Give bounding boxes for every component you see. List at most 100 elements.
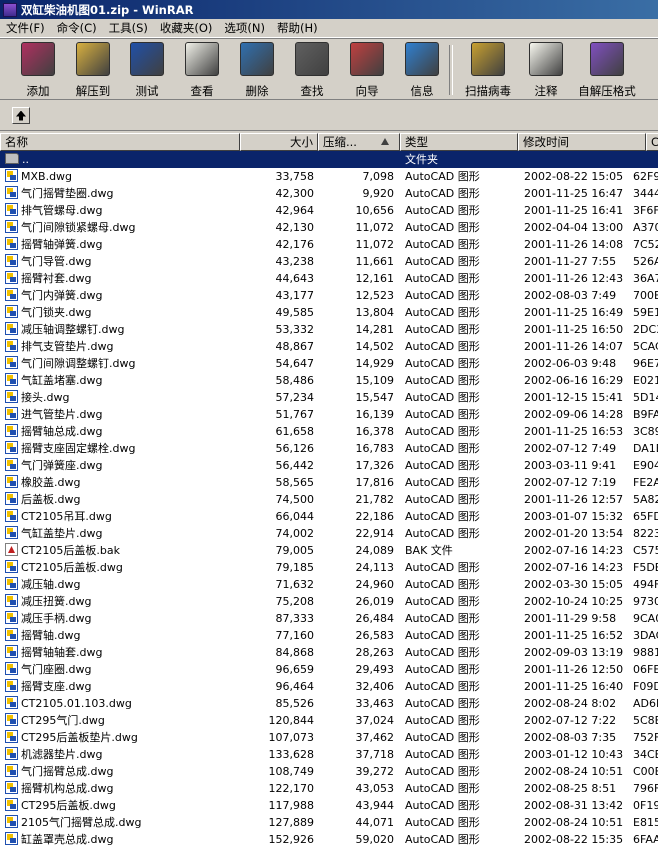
column-modified[interactable]: 修改时间 bbox=[518, 133, 646, 151]
table-row[interactable]: CT295气门.dwg 120,844 37,024 AutoCAD 图形 2002-0… bbox=[0, 712, 658, 729]
table-row[interactable]: 减压轴.dwg 71,632 24,960 AutoCAD 图形 2002-03-30 … bbox=[0, 576, 658, 593]
table-row[interactable]: 摇臂支座.dwg 96,464 32,406 AutoCAD 图形 2001-11-25… bbox=[0, 678, 658, 695]
table-row[interactable]: 排气支管垫片.dwg 48,867 14,502 AutoCAD 图形 2001-11-… bbox=[0, 338, 658, 355]
table-row[interactable]: 缸盖罩壳总成.dwg 152,926 59,020 AutoCAD 图形 2002-08… bbox=[0, 831, 658, 848]
table-row[interactable]: 机滤器垫片.dwg 133,628 37,718 AutoCAD 图形 2003-01-… bbox=[0, 746, 658, 763]
table-row[interactable]: 气门摇臂垫圈.dwg 42,300 9,920 AutoCAD 图形 2001-11-2… bbox=[0, 185, 658, 202]
file-packed-size: 43,944 bbox=[355, 799, 395, 812]
file-size: 74,500 bbox=[275, 493, 315, 506]
table-row[interactable]: 气门导管.dwg 43,238 11,661 AutoCAD 图形 2001-11-27… bbox=[0, 253, 658, 270]
up-folder-button[interactable] bbox=[12, 107, 30, 124]
file-type: BAK 文件 bbox=[405, 544, 453, 557]
file-crc: 65FD bbox=[633, 510, 658, 523]
table-row[interactable]: 摇臂轴轴套.dwg 84,868 28,263 AutoCAD 图形 2002-09-0… bbox=[0, 644, 658, 661]
table-row[interactable]: CT2105.01.103.dwg 85,526 33,463 AutoCAD 图形 2… bbox=[0, 695, 658, 712]
file-modified: 2002-07-12 7:22 bbox=[524, 714, 617, 727]
address-bar bbox=[0, 101, 658, 131]
toolbar-button-binoculars[interactable]: 查找 bbox=[284, 42, 340, 99]
table-row[interactable]: 摇臂轴弹簧.dwg 42,176 11,072 AutoCAD 图形 2001-11-2… bbox=[0, 236, 658, 253]
file-size: 152,926 bbox=[268, 833, 315, 846]
toolbar-button-comment[interactable]: 注释 bbox=[516, 42, 576, 99]
toolbar-button-view-glasses[interactable]: 查看 bbox=[174, 42, 230, 99]
menu-item-4[interactable]: 选项(N) bbox=[218, 20, 271, 36]
column-size[interactable]: 大小 bbox=[240, 133, 318, 151]
column-type[interactable]: 类型 bbox=[400, 133, 518, 151]
file-type: AutoCAD 图形 bbox=[405, 408, 480, 421]
column-name[interactable]: 名称 bbox=[0, 133, 240, 151]
table-row[interactable]: 气缸盖垫片.dwg 74,002 22,914 AutoCAD 图形 2002-01-2… bbox=[0, 525, 658, 542]
table-row[interactable]: 气缸盖堵塞.dwg 58,486 15,109 AutoCAD 图形 2002-06-1… bbox=[0, 372, 658, 389]
toolbar-button-sfx[interactable]: 自解压格式 bbox=[576, 42, 638, 99]
toolbar-button-wizard[interactable]: 向导 bbox=[339, 42, 395, 99]
file-modified: 2002-08-24 10:51 bbox=[524, 765, 624, 778]
file-packed-size: 12,161 bbox=[355, 272, 395, 285]
table-row[interactable]: 摇臂衬套.dwg 44,643 12,161 AutoCAD 图形 2001-11-26… bbox=[0, 270, 658, 287]
toolbar-button-info[interactable]: 信息 bbox=[394, 42, 450, 99]
table-row[interactable]: 气门锁夹.dwg 49,585 13,804 AutoCAD 图形 2001-11-25… bbox=[0, 304, 658, 321]
table-row[interactable]: 摇臂机构总成.dwg 122,170 43,053 AutoCAD 图形 2002-08… bbox=[0, 780, 658, 797]
file-name-label: 排气支管垫片.dwg bbox=[21, 340, 114, 353]
file-packed-size: 37,718 bbox=[355, 748, 395, 761]
toolbar-button-virus-scan[interactable]: 扫描病毒 bbox=[458, 42, 518, 99]
table-row[interactable]: 气门弹簧座.dwg 56,442 17,326 AutoCAD 图形 2003-03-1… bbox=[0, 457, 658, 474]
file-modified: 2001-11-25 16:47 bbox=[524, 187, 624, 200]
table-row[interactable]: 减压轴调整螺钉.dwg 53,332 14,281 AutoCAD 图形 2001-11… bbox=[0, 321, 658, 338]
table-row[interactable]: MXB.dwg 33,758 7,098 AutoCAD 图形 2002-08-22 1… bbox=[0, 168, 658, 185]
file-crc: 9881 bbox=[633, 646, 658, 659]
dwg-file-icon bbox=[5, 186, 18, 199]
menu-item-3[interactable]: 收藏夹(O) bbox=[154, 20, 219, 36]
table-row[interactable]: 气门座圈.dwg 96,659 29,493 AutoCAD 图形 2001-11-26… bbox=[0, 661, 658, 678]
table-row[interactable]: CT2105后盖板.dwg 79,185 24,113 AutoCAD 图形 2002-… bbox=[0, 559, 658, 576]
file-type: AutoCAD 图形 bbox=[405, 255, 480, 268]
file-name-label: 气门锁夹.dwg bbox=[21, 306, 92, 319]
file-size: 48,867 bbox=[275, 340, 315, 353]
table-row[interactable]: 气门内弹簧.dwg 43,177 12,523 AutoCAD 图形 2002-08-0… bbox=[0, 287, 658, 304]
table-row[interactable]: CT295后盖板.dwg 117,988 43,944 AutoCAD 图形 2002-… bbox=[0, 797, 658, 814]
menu-item-0[interactable]: 文件(F) bbox=[0, 20, 51, 36]
menu-item-2[interactable]: 工具(S) bbox=[103, 20, 154, 36]
column-packed-label: 压缩... bbox=[323, 135, 357, 149]
table-row[interactable]: 接头.dwg 57,234 15,547 AutoCAD 图形 2001-12-15 1… bbox=[0, 389, 658, 406]
table-row[interactable]: CT295后盖板垫片.dwg 107,073 37,462 AutoCAD 图形 200… bbox=[0, 729, 658, 746]
table-row[interactable]: 减压手柄.dwg 87,333 26,484 AutoCAD 图形 2001-11-29… bbox=[0, 610, 658, 627]
table-row[interactable]: 减压扭簧.dwg 75,208 26,019 AutoCAD 图形 2002-10-24… bbox=[0, 593, 658, 610]
toolbar-button-add-books[interactable]: 添加 bbox=[10, 42, 66, 99]
toolbar-button-delete[interactable]: 删除 bbox=[229, 42, 285, 99]
menu-item-1[interactable]: 命令(C) bbox=[51, 20, 103, 36]
column-header: 名称 大小 压缩... 类型 修改时间 CR bbox=[0, 133, 658, 151]
table-row[interactable]: CT2105后盖板.bak 79,005 24,089 BAK 文件 2002-07-1… bbox=[0, 542, 658, 559]
toolbar-label: 添加 bbox=[26, 84, 50, 98]
file-name-label: 气门摇臂垫圈.dwg bbox=[21, 187, 114, 200]
column-packed[interactable]: 压缩... bbox=[318, 133, 400, 151]
menu-item-5[interactable]: 帮助(H) bbox=[271, 20, 324, 36]
parent-folder-row[interactable]: .. 文件夹 bbox=[0, 151, 658, 168]
file-type: 文件夹 bbox=[405, 153, 438, 166]
table-row[interactable]: 排气管螺母.dwg 42,964 10,656 AutoCAD 图形 2001-11-2… bbox=[0, 202, 658, 219]
file-type: AutoCAD 图形 bbox=[405, 629, 480, 642]
file-name: CT295后盖板垫片.dwg bbox=[5, 729, 240, 746]
file-name: 后盖板.dwg bbox=[5, 491, 240, 508]
toolbar-button-extract-to[interactable]: 解压到 bbox=[65, 42, 121, 99]
table-row[interactable]: 橡胶盖.dwg 58,565 17,816 AutoCAD 图形 2002-07-12 … bbox=[0, 474, 658, 491]
toolbar-button-test[interactable]: 测试 bbox=[119, 42, 175, 99]
file-size: 108,749 bbox=[268, 765, 315, 778]
table-row[interactable]: 摇臂支座固定螺栓.dwg 56,126 16,783 AutoCAD 图形 2002-0… bbox=[0, 440, 658, 457]
table-row[interactable]: 气门摇臂总成.dwg 108,749 39,272 AutoCAD 图形 2002-08… bbox=[0, 763, 658, 780]
table-row[interactable]: 进气管垫片.dwg 51,767 16,139 AutoCAD 图形 2002-09-0… bbox=[0, 406, 658, 423]
file-packed-size: 14,281 bbox=[355, 323, 395, 336]
table-row[interactable]: 摇臂轴.dwg 77,160 26,583 AutoCAD 图形 2001-11-25 … bbox=[0, 627, 658, 644]
table-row[interactable]: 2105气门摇臂总成.dwg 127,889 44,071 AutoCAD 图形 200… bbox=[0, 814, 658, 831]
file-crc: 3C89 bbox=[633, 425, 658, 438]
file-modified: 2002-08-22 15:05 bbox=[524, 170, 624, 183]
file-crc: FE2A bbox=[633, 476, 658, 489]
column-crc[interactable]: CR bbox=[646, 133, 658, 151]
table-row[interactable]: 气门间隙锁紧螺母.dwg 42,130 11,072 AutoCAD 图形 2002-0… bbox=[0, 219, 658, 236]
dwg-file-icon bbox=[5, 713, 18, 726]
table-row[interactable]: 摇臂轴总成.dwg 61,658 16,378 AutoCAD 图形 2001-11-2… bbox=[0, 423, 658, 440]
table-row[interactable]: 后盖板.dwg 74,500 21,782 AutoCAD 图形 2001-11-26 … bbox=[0, 491, 658, 508]
file-size: 42,176 bbox=[275, 238, 315, 251]
file-packed-size: 14,502 bbox=[355, 340, 395, 353]
table-row[interactable]: CT2105吊耳.dwg 66,044 22,186 AutoCAD 图形 2003-0… bbox=[0, 508, 658, 525]
table-row[interactable]: 气门间隙调整螺钉.dwg 54,647 14,929 AutoCAD 图形 2002-0… bbox=[0, 355, 658, 372]
file-type: AutoCAD 图形 bbox=[405, 221, 480, 234]
